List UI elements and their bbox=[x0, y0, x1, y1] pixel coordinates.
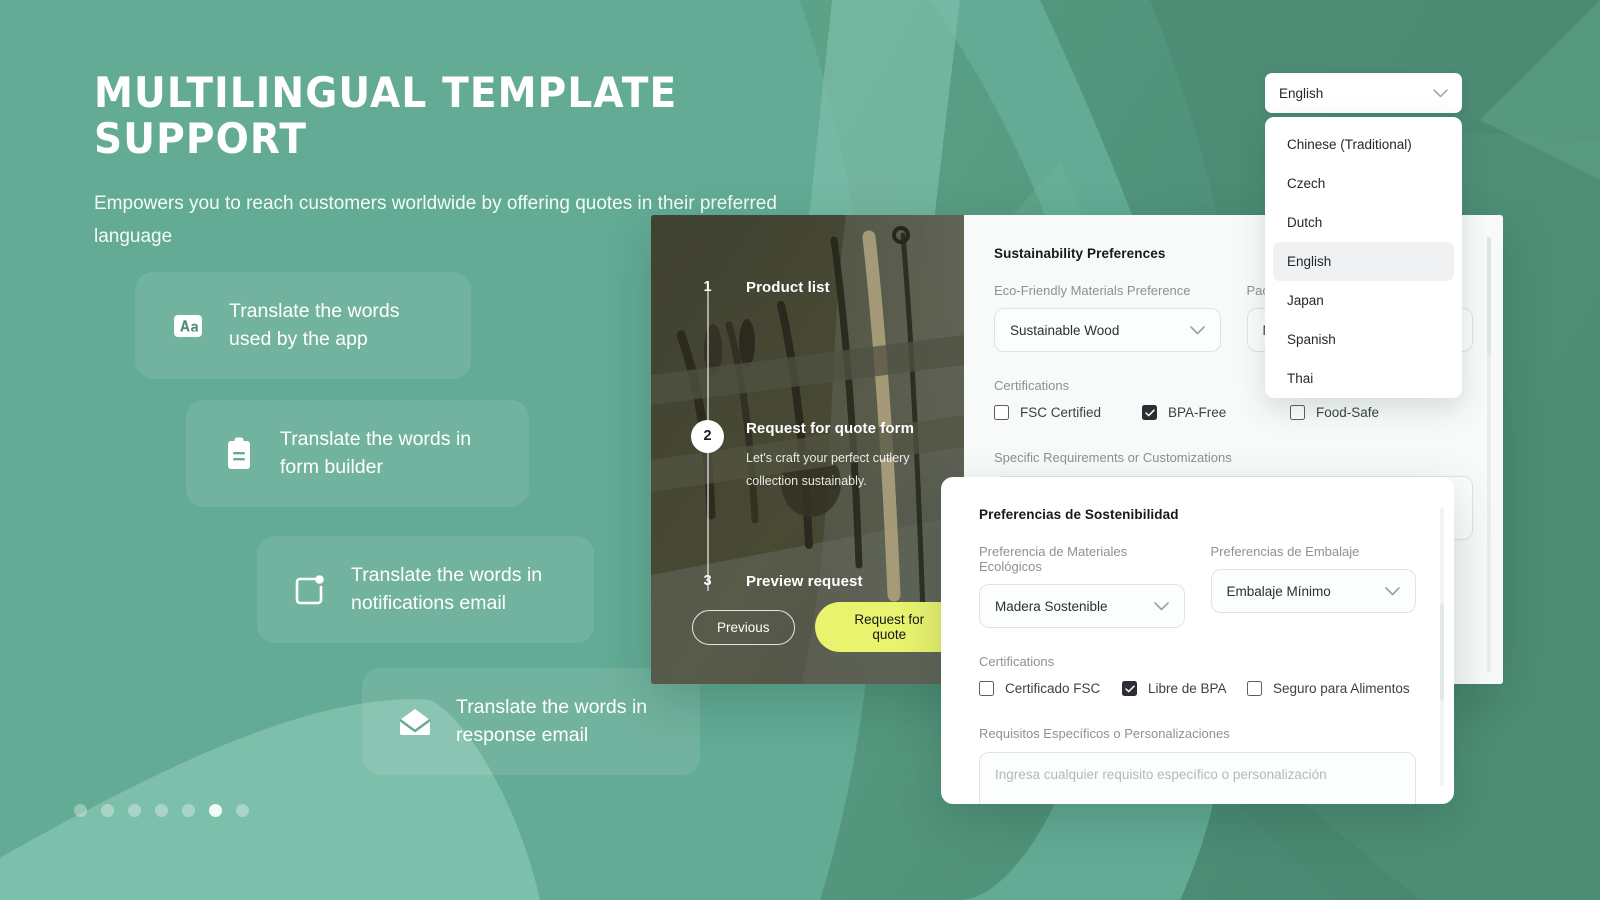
step-description: Let's craft your perfect cutlery collect… bbox=[746, 451, 910, 489]
envelope-icon bbox=[396, 703, 434, 741]
step-number: 3 bbox=[703, 573, 712, 589]
checkbox-bpa-free[interactable]: BPA-Free bbox=[1142, 405, 1290, 420]
checkbox-box-checked[interactable] bbox=[1142, 405, 1157, 420]
pagination-dot[interactable] bbox=[155, 804, 168, 817]
pagination-dot[interactable] bbox=[74, 804, 87, 817]
checkbox-food-safe[interactable]: Food-Safe bbox=[1290, 405, 1379, 420]
certifications-label-es: Certifications bbox=[979, 654, 1055, 669]
checkbox-box[interactable] bbox=[979, 681, 994, 696]
packaging-field-es: Preferencias de Embalaje Embalaje Mínimo bbox=[1210, 544, 1416, 628]
chevron-down-icon bbox=[1433, 88, 1448, 98]
feature-card-label: Translate the words in notifications ema… bbox=[351, 564, 543, 614]
checkbox-label: Libre de BPA bbox=[1148, 681, 1227, 696]
requirements-label-es: Requisitos Específicos o Personalizacion… bbox=[979, 726, 1230, 741]
checkbox-box[interactable] bbox=[1290, 405, 1305, 420]
step-label: Product list bbox=[746, 279, 830, 296]
feature-card-label: Translate the words in form builder bbox=[280, 428, 472, 478]
modal-scrollbar-thumb[interactable] bbox=[1440, 603, 1444, 701]
language-option-thai[interactable]: Thai bbox=[1273, 359, 1454, 398]
materials-label-es: Preferencia de Materiales Ecológicos bbox=[979, 544, 1128, 574]
checkbox-label: BPA-Free bbox=[1168, 405, 1227, 420]
feature-card-label: Translate the words used by the app bbox=[229, 300, 400, 350]
feature-card-notifications-email[interactable]: Translate the words in notifications ema… bbox=[257, 536, 594, 644]
step-label: Preview request bbox=[746, 573, 863, 590]
materials-label: Eco-Friendly Materials Preference bbox=[994, 283, 1191, 298]
checkbox-label: Food-Safe bbox=[1316, 405, 1380, 420]
language-selector[interactable]: English bbox=[1265, 73, 1462, 113]
form-scrollbar-track[interactable] bbox=[1487, 237, 1491, 672]
previous-button[interactable]: Previous bbox=[692, 609, 795, 645]
chevron-down-icon bbox=[1153, 601, 1169, 611]
packaging-label-es: Preferencias de Embalaje bbox=[1210, 544, 1360, 559]
requirements-textarea-es[interactable]: Ingresa cualquier requisito específico o… bbox=[979, 752, 1416, 804]
aa-text-icon bbox=[169, 307, 207, 345]
materials-value-es: Madera Sostenible bbox=[995, 598, 1108, 614]
language-option-japan[interactable]: Japan bbox=[1273, 281, 1454, 320]
page-title: Multilingual template support bbox=[94, 68, 678, 164]
preferences-row-es: Preferencia de Materiales Ecológicos Mad… bbox=[979, 544, 1416, 628]
materials-value: Sustainable Wood bbox=[1010, 322, 1120, 338]
materials-select-es[interactable]: Madera Sostenible bbox=[979, 584, 1185, 628]
feature-card-label: Translate the words in response email bbox=[456, 696, 648, 746]
packaging-value-es: Embalaje Mínimo bbox=[1226, 583, 1331, 599]
pagination-dot[interactable] bbox=[101, 804, 114, 817]
language-option-dutch[interactable]: Dutch bbox=[1273, 203, 1454, 242]
step-number-active: 2 bbox=[691, 420, 724, 453]
checkbox-box[interactable] bbox=[1247, 681, 1262, 696]
section-title-es: Preferencias de Sostenibilidad bbox=[979, 507, 1179, 522]
pagination-dot[interactable] bbox=[236, 804, 249, 817]
chevron-down-icon bbox=[1189, 325, 1205, 335]
checkbox-box-checked[interactable] bbox=[1122, 681, 1137, 696]
checkbox-box[interactable] bbox=[994, 405, 1009, 420]
certifications-checkbox-row-es: Certificado FSC Libre de BPA Seguro para… bbox=[979, 681, 1416, 696]
feature-card-response-email[interactable]: Translate the words in response email bbox=[362, 668, 700, 776]
step-number: 1 bbox=[703, 279, 712, 295]
certifications-group-es: Certifications Certificado FSC Libre de … bbox=[979, 654, 1416, 696]
language-option-english[interactable]: English bbox=[1273, 242, 1454, 281]
form-scrollbar-thumb[interactable] bbox=[1487, 237, 1491, 355]
quote-form-panel-es: Preferencias de Sostenibilidad Preferenc… bbox=[941, 477, 1454, 804]
modal-scrollbar-track[interactable] bbox=[1440, 507, 1444, 786]
step-item-preview-request[interactable]: 3 Preview request bbox=[691, 573, 863, 590]
language-selected-value: English bbox=[1279, 85, 1324, 101]
checkbox-seguro-para-alimentos[interactable]: Seguro para Alimentos bbox=[1247, 681, 1410, 696]
step-item-product-list[interactable]: 1 Product list bbox=[691, 279, 830, 296]
chevron-down-icon bbox=[1385, 586, 1400, 596]
language-option-chinese-traditional[interactable]: Chinese (Traditional) bbox=[1273, 125, 1454, 164]
materials-field: Eco-Friendly Materials Preference Sustai… bbox=[994, 283, 1221, 352]
language-option-spanish[interactable]: Spanish bbox=[1273, 320, 1454, 359]
carousel-pagination[interactable] bbox=[74, 804, 249, 817]
pagination-dot-active[interactable] bbox=[209, 804, 222, 817]
requirements-label: Specific Requirements or Customizations bbox=[994, 450, 1232, 465]
pagination-dot[interactable] bbox=[182, 804, 195, 817]
checkbox-fsc-certified[interactable]: FSC Certified bbox=[994, 405, 1142, 420]
feature-card-app-words[interactable]: Translate the words used by the app bbox=[135, 272, 471, 380]
quote-steps-panel: 1 Product list 2 Request for quote form … bbox=[651, 215, 964, 684]
requirements-group-es: Requisitos Específicos o Personalizacion… bbox=[979, 726, 1416, 804]
checkbox-certificado-fsc[interactable]: Certificado FSC bbox=[979, 681, 1122, 696]
pagination-dot[interactable] bbox=[128, 804, 141, 817]
step-label: Request for quote form bbox=[746, 420, 915, 437]
clipboard-icon bbox=[220, 435, 258, 473]
materials-field-es: Preferencia de Materiales Ecológicos Mad… bbox=[979, 544, 1185, 628]
step-item-quote-form[interactable]: 2 Request for quote form Let's craft you… bbox=[691, 420, 948, 493]
checkbox-label: Seguro para Alimentos bbox=[1273, 681, 1410, 696]
slide-canvas: Multilingual template support Empowers y… bbox=[0, 0, 1600, 900]
feature-card-form-builder[interactable]: Translate the words in form builder bbox=[186, 400, 529, 508]
language-dropdown-menu[interactable]: Chinese (Traditional) Czech Dutch Englis… bbox=[1265, 117, 1462, 398]
language-option-czech[interactable]: Czech bbox=[1273, 164, 1454, 203]
certifications-checkbox-row: FSC Certified BPA-Free Food-Safe bbox=[994, 405, 1473, 420]
checkbox-label: FSC Certified bbox=[1020, 405, 1102, 420]
packaging-select-es[interactable]: Embalaje Mínimo bbox=[1210, 569, 1416, 613]
checkbox-label: Certificado FSC bbox=[1005, 681, 1101, 696]
quote-actions: Previous Request for quote bbox=[692, 602, 964, 652]
notification-square-icon bbox=[291, 571, 329, 609]
materials-select[interactable]: Sustainable Wood bbox=[994, 308, 1221, 352]
checkbox-libre-de-bpa[interactable]: Libre de BPA bbox=[1122, 681, 1247, 696]
